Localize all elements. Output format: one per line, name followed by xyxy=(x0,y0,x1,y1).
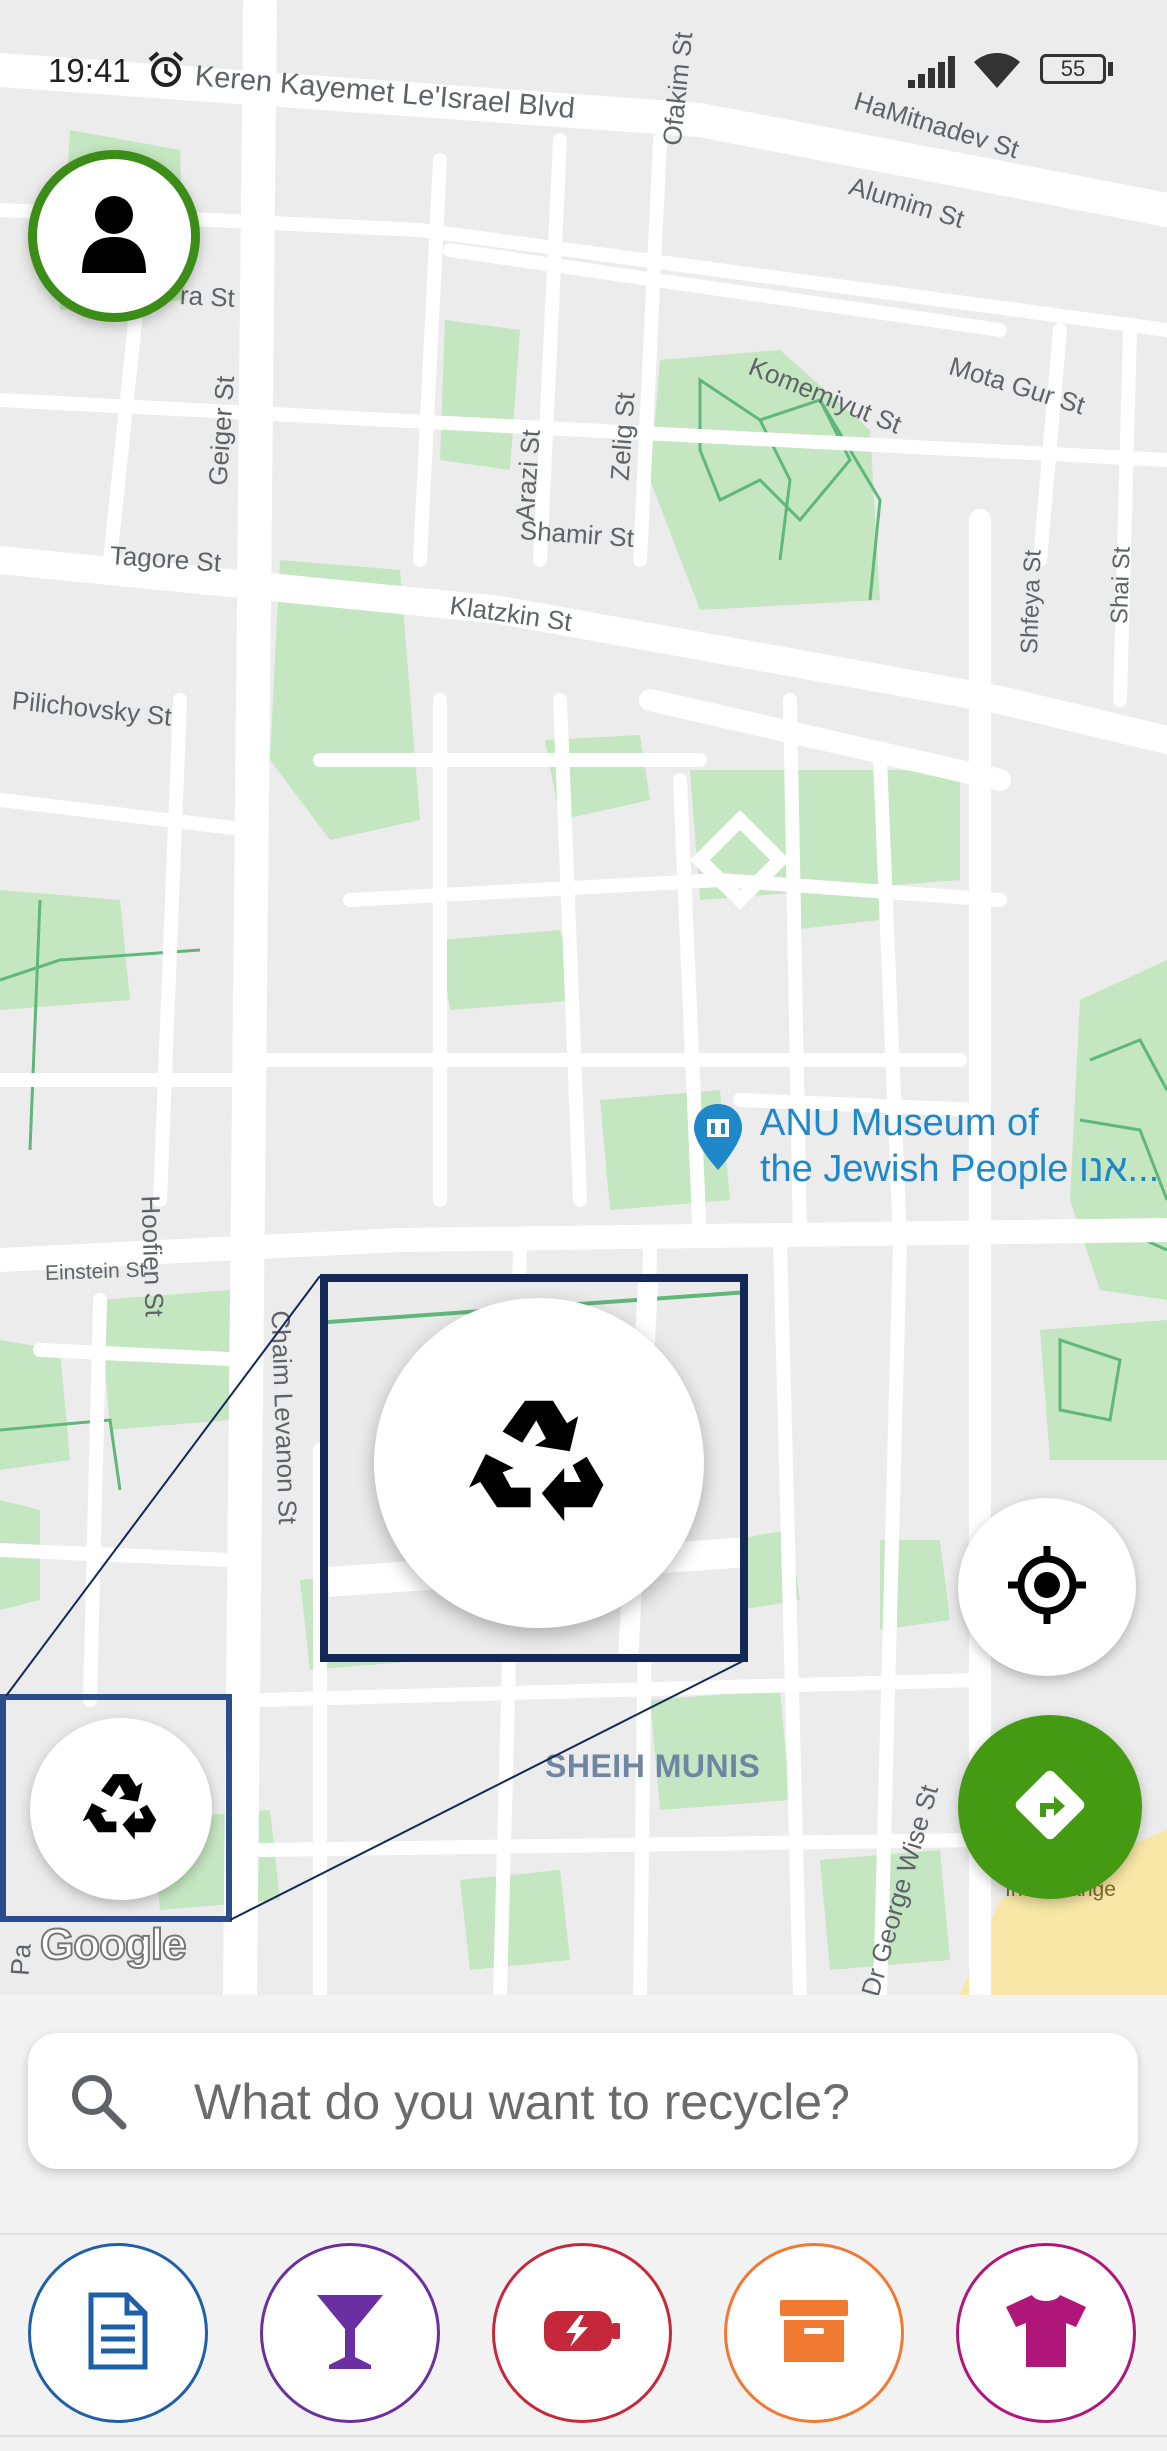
signal-icon xyxy=(908,56,960,93)
street-label: Pa xyxy=(4,1942,37,1977)
profile-button[interactable] xyxy=(28,150,200,322)
cocktail-glass-icon xyxy=(315,2291,385,2376)
category-cardboard-button[interactable] xyxy=(724,2243,904,2423)
category-batteries-button[interactable] xyxy=(492,2243,672,2423)
wifi-icon xyxy=(972,50,1022,95)
status-time: 19:41 xyxy=(48,52,131,89)
crosshair-icon xyxy=(1006,1544,1088,1631)
museum-marker-icon[interactable] xyxy=(692,1102,744,1177)
recycle-points-button[interactable] xyxy=(30,1718,212,1900)
category-paper-button[interactable] xyxy=(28,2243,208,2423)
box-icon xyxy=(778,2298,850,2369)
tshirt-icon xyxy=(1004,2293,1088,2374)
search-input[interactable] xyxy=(192,2033,1096,2171)
document-icon xyxy=(85,2291,151,2376)
category-textile-button[interactable] xyxy=(956,2243,1136,2423)
battery-tip xyxy=(1108,62,1113,76)
street-label: Zelig St xyxy=(604,391,641,482)
search-icon xyxy=(68,2071,128,2136)
street-label: ra St xyxy=(179,280,236,313)
poi-label-line1: ANU Museum of xyxy=(760,1102,1039,1144)
alarm-icon xyxy=(146,50,186,95)
street-label: Arazi St xyxy=(509,428,546,522)
directions-icon xyxy=(1010,1765,1090,1850)
directions-button[interactable] xyxy=(958,1715,1142,1899)
user-icon xyxy=(80,195,148,278)
app-screen: Keren Kayemet Le'Israel Blvd Ofakim St H… xyxy=(0,0,1167,2451)
poi-label-line2: the Jewish People אנו... xyxy=(760,1148,1160,1190)
battery-icon xyxy=(542,2309,622,2358)
map-view[interactable]: Keren Kayemet Le'Israel Blvd Ofakim St H… xyxy=(0,0,1167,1995)
search-bar[interactable] xyxy=(28,2033,1138,2171)
nav-divider xyxy=(0,2435,1167,2437)
category-bar xyxy=(0,2233,1167,2427)
my-location-button[interactable] xyxy=(958,1498,1136,1676)
street-label: Shfeya St xyxy=(1016,549,1047,655)
battery-icon: 55 xyxy=(1040,54,1106,84)
recycle-icon xyxy=(82,1771,160,1848)
poi-label[interactable]: ANU Museum of the Jewish People אנו... xyxy=(760,1100,1159,1192)
bottom-panel xyxy=(0,1995,1167,2451)
battery-level: 55 xyxy=(1060,56,1086,81)
status-bar: 19:41 55 xyxy=(0,0,1167,130)
street-label: Shai St xyxy=(1106,546,1136,625)
category-glass-button[interactable] xyxy=(260,2243,440,2423)
